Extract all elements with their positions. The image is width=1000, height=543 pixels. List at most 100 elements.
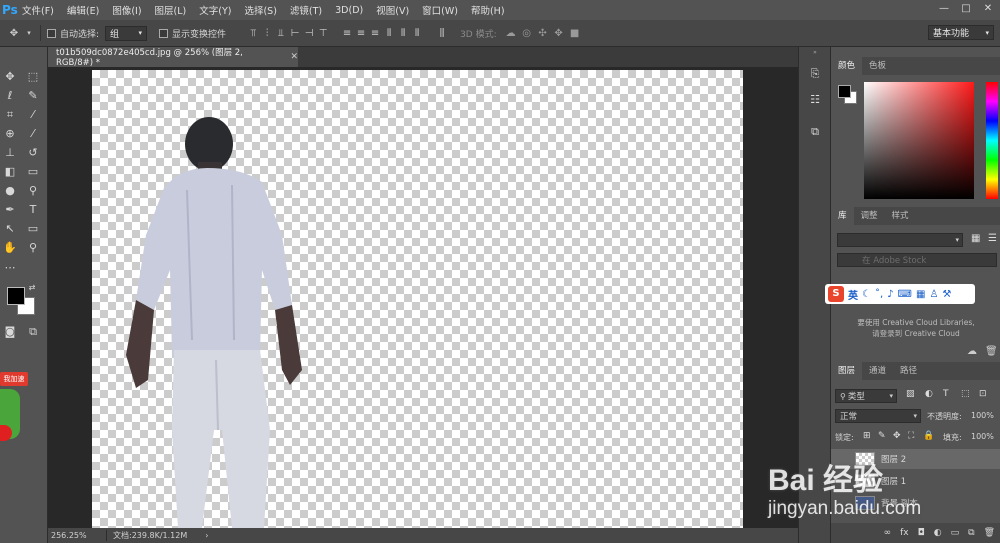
menu-image[interactable]: 图像(I): [112, 3, 141, 17]
filter-type-icon[interactable]: T: [943, 389, 949, 399]
new-layer-icon[interactable]: ⧉: [968, 528, 974, 538]
ime-toolbar[interactable]: S 英 ☾ ˚, ♪ ⌨ ▦ ♙ ⚒: [825, 284, 975, 304]
workspace-dropdown[interactable]: 基本功能 ▾: [928, 25, 994, 40]
align-right-icon[interactable]: ⊤: [316, 28, 330, 39]
menu-3d[interactable]: 3D(D): [335, 5, 363, 16]
strip-collapse-icon[interactable]: »: [799, 49, 831, 56]
align-top-icon[interactable]: ⫪: [246, 28, 260, 39]
slide-3d-icon[interactable]: ✥: [551, 28, 567, 39]
type-tool[interactable]: T: [24, 201, 42, 219]
ime-skin-icon[interactable]: ♙: [929, 289, 938, 300]
tab-swatches[interactable]: 色板: [862, 57, 893, 75]
more-tools-icon[interactable]: ⋯: [1, 259, 19, 277]
maximize-button[interactable]: □: [957, 2, 975, 16]
clone-stamp-tool[interactable]: ⊥: [1, 144, 19, 162]
paragraph-panel-icon[interactable]: ⧉: [807, 125, 823, 141]
crop-tool[interactable]: ⌗: [1, 106, 19, 124]
marquee-tool[interactable]: ⬚: [24, 68, 42, 86]
delete-layer-icon[interactable]: 🗑: [984, 528, 995, 538]
ime-moon-icon[interactable]: ☾: [862, 289, 871, 300]
status-menu-arrow-icon[interactable]: ›: [205, 531, 208, 540]
menu-window[interactable]: 窗口(W): [422, 3, 458, 17]
history-brush-tool[interactable]: ↺: [24, 144, 42, 162]
align-bottom-icon[interactable]: ⫫: [274, 28, 288, 39]
auto-select-checkbox[interactable]: [47, 28, 56, 38]
roll-3d-icon[interactable]: ◎: [519, 28, 535, 39]
align-hcenter-icon[interactable]: ⊣: [302, 28, 316, 39]
path-select-tool[interactable]: ↖: [1, 220, 19, 238]
filter-shape-icon[interactable]: ⬚: [961, 389, 970, 399]
eyedropper-tool[interactable]: ⁄: [24, 106, 42, 124]
list-view-icon[interactable]: ☰: [988, 233, 1000, 246]
rectangle-tool[interactable]: ▭: [24, 220, 42, 238]
ime-grid-icon[interactable]: ▦: [916, 289, 925, 300]
move-tool-icon[interactable]: ✥: [4, 28, 24, 39]
lasso-tool[interactable]: ℓ: [1, 87, 19, 105]
brush-tool[interactable]: ⁄: [24, 125, 42, 143]
healing-brush-tool[interactable]: ⊕: [1, 125, 19, 143]
ime-language-label[interactable]: 英: [848, 287, 858, 302]
ime-tools-icon[interactable]: ⚒: [942, 289, 951, 300]
blur-tool[interactable]: ●: [1, 182, 19, 200]
close-tab-icon[interactable]: ✕: [290, 52, 298, 62]
filter-adjust-icon[interactable]: ◐: [925, 389, 933, 399]
library-dropdown[interactable]: ▾: [837, 233, 963, 247]
lock-artboard-icon[interactable]: ⛶: [908, 431, 914, 441]
align-vcenter-icon[interactable]: ⫶: [260, 28, 274, 39]
screen-mode-icon[interactable]: ⧉: [24, 323, 42, 341]
menu-select[interactable]: 选择(S): [244, 3, 276, 17]
lock-all-icon[interactable]: 🔒: [923, 431, 934, 441]
pen-tool[interactable]: ✒: [1, 201, 19, 219]
auto-align-icon[interactable]: ⫼: [434, 28, 450, 39]
drag-3d-icon[interactable]: ✣: [535, 28, 551, 39]
scale-3d-icon[interactable]: ■: [567, 28, 583, 39]
close-window-button[interactable]: ✕: [979, 2, 997, 16]
properties-panel-icon[interactable]: ☷: [807, 93, 823, 109]
show-transform-checkbox[interactable]: [159, 28, 169, 38]
ime-keyboard-icon[interactable]: ⌨: [898, 289, 912, 300]
menu-filter[interactable]: 滤镜(T): [290, 3, 322, 17]
tab-color[interactable]: 颜色: [831, 57, 863, 75]
ime-mic-icon[interactable]: ♪: [887, 289, 893, 300]
menu-help[interactable]: 帮助(H): [471, 3, 505, 17]
lock-position-icon[interactable]: ✥: [893, 431, 901, 441]
stock-search-input[interactable]: 在 Adobe Stock: [837, 253, 997, 267]
align-left-icon[interactable]: ⊢: [288, 28, 302, 39]
move-tool[interactable]: ✥: [1, 68, 19, 86]
filter-smart-icon[interactable]: ⊡: [979, 389, 987, 399]
dodge-tool[interactable]: ⚲: [24, 182, 42, 200]
zoom-level[interactable]: 256.25%: [51, 531, 106, 540]
swap-colors-icon[interactable]: ⇄: [27, 283, 37, 293]
tab-paths[interactable]: 路径: [893, 362, 924, 380]
orbit-3d-icon[interactable]: ☁: [503, 28, 519, 39]
cc-sync-icon[interactable]: ☁: [967, 346, 977, 357]
tab-layers[interactable]: 图层: [831, 362, 863, 380]
layer-kind-filter[interactable]: ⚲ 类型 ▾: [835, 389, 897, 403]
menu-file[interactable]: 文件(F): [22, 3, 54, 17]
document-tab[interactable]: t01b509dc0872e405cd.jpg @ 256% (图层 2, RG…: [48, 47, 298, 68]
ime-punct-icon[interactable]: ˚,: [875, 289, 883, 300]
distribute-top-icon[interactable]: ≡: [340, 28, 354, 39]
tab-libraries[interactable]: 库: [831, 207, 854, 225]
tab-channels[interactable]: 通道: [862, 362, 893, 380]
quick-select-tool[interactable]: ✎: [24, 87, 42, 105]
lock-pixels-icon[interactable]: ✎: [878, 431, 886, 441]
document-canvas[interactable]: [92, 70, 743, 528]
layer-style-icon[interactable]: fx: [900, 528, 909, 538]
library-message-line2[interactable]: 请登录到 Creative Cloud: [831, 328, 1000, 339]
menu-type[interactable]: 文字(Y): [199, 3, 231, 17]
zoom-tool[interactable]: ⚲: [24, 239, 42, 257]
tab-adjustments[interactable]: 调整: [854, 207, 885, 225]
quick-mask-icon[interactable]: ◙: [1, 323, 19, 341]
boost-badge[interactable]: 我加速: [0, 372, 28, 386]
history-panel-icon[interactable]: ⎘: [807, 67, 823, 83]
auto-select-dropdown[interactable]: 组 ▾: [105, 25, 148, 41]
distribute-hcenter-icon[interactable]: ⦀: [396, 28, 410, 39]
menu-edit[interactable]: 编辑(E): [67, 3, 99, 17]
new-group-icon[interactable]: ▭: [951, 528, 960, 538]
distribute-right-icon[interactable]: ⦀: [410, 28, 424, 39]
tab-styles[interactable]: 样式: [885, 207, 916, 225]
fill-value[interactable]: 100%: [971, 432, 994, 441]
link-layers-icon[interactable]: ∞: [884, 528, 892, 538]
grid-view-icon[interactable]: ▦: [971, 233, 984, 246]
